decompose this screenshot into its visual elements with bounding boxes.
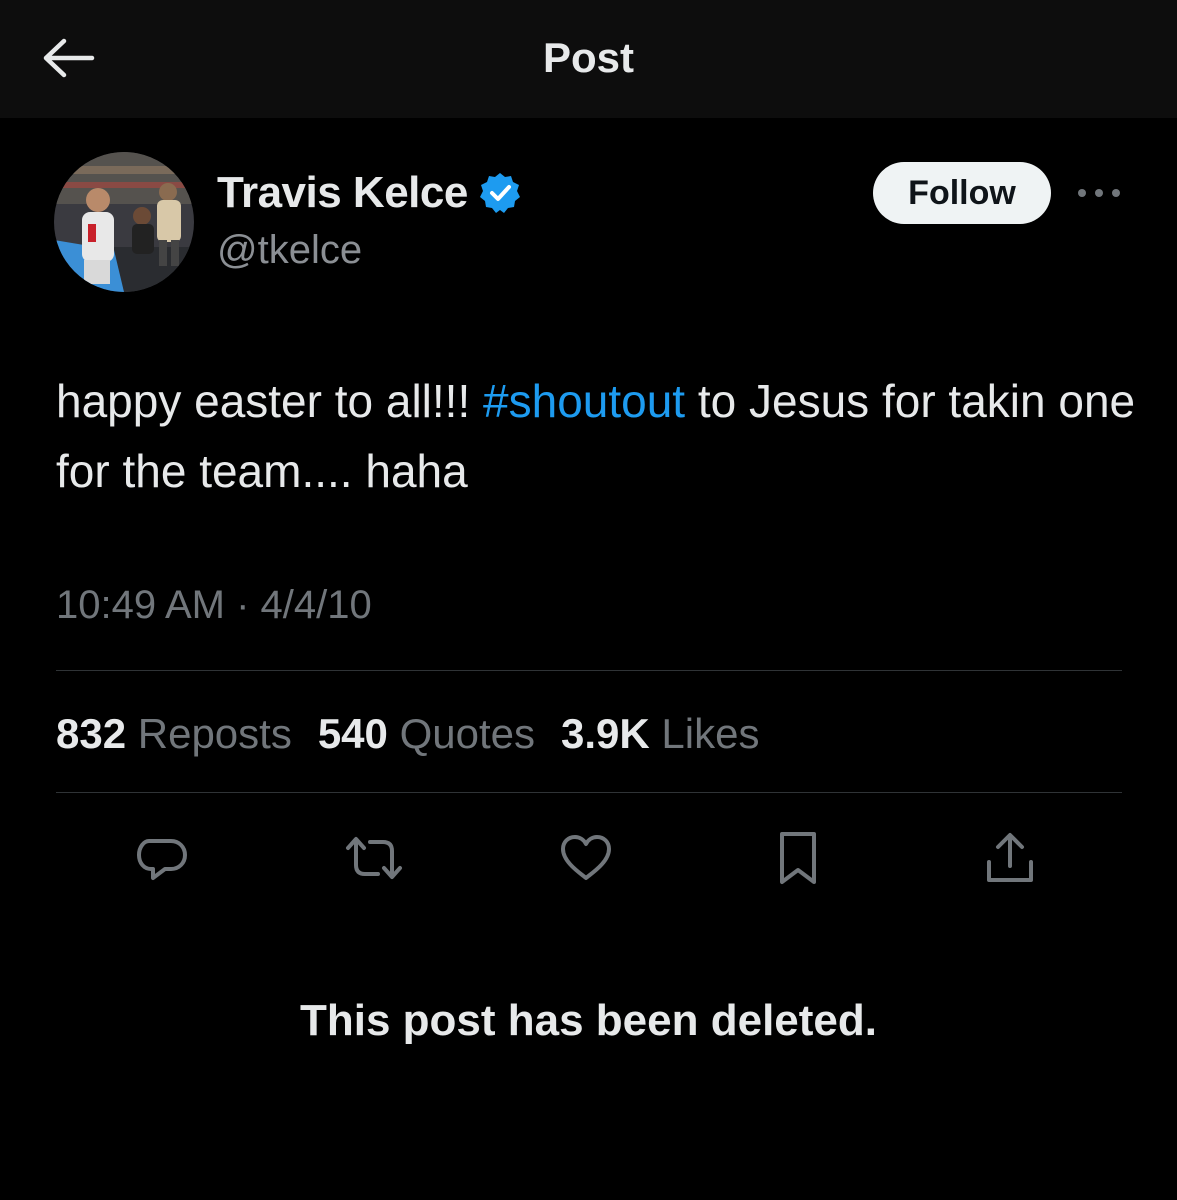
like-button[interactable] bbox=[554, 826, 618, 890]
top-bar: Post bbox=[0, 0, 1177, 118]
avatar[interactable] bbox=[54, 152, 194, 292]
hashtag-link[interactable]: #shoutout bbox=[483, 375, 685, 427]
reposts-stat[interactable]: 832 Reposts bbox=[56, 710, 292, 758]
likes-count: 3.9K bbox=[561, 710, 650, 757]
quotes-count: 540 bbox=[317, 710, 388, 757]
repost-icon bbox=[346, 837, 402, 879]
page-title: Post bbox=[542, 34, 634, 81]
bookmark-icon bbox=[780, 832, 816, 884]
reposts-label: Reposts bbox=[137, 710, 292, 757]
reposts-count: 832 bbox=[56, 710, 127, 757]
quotes-stat[interactable]: 540 Quotes bbox=[318, 710, 535, 758]
more-options-button[interactable] bbox=[1076, 176, 1122, 210]
bookmark-button[interactable] bbox=[766, 826, 830, 890]
divider bbox=[56, 792, 1122, 793]
author-name-row: Travis Kelce bbox=[217, 166, 522, 220]
likes-label: Likes bbox=[661, 710, 760, 757]
share-icon bbox=[987, 833, 1033, 882]
reply-icon bbox=[137, 839, 187, 880]
share-button[interactable] bbox=[978, 826, 1042, 890]
like-icon bbox=[561, 835, 611, 880]
reply-button[interactable] bbox=[130, 826, 194, 890]
repost-button[interactable] bbox=[342, 826, 406, 890]
author-name[interactable]: Travis Kelce bbox=[217, 168, 468, 218]
post-timestamp[interactable]: 10:49 AM · 4/4/10 bbox=[56, 580, 372, 630]
profile-photo bbox=[54, 152, 194, 292]
follow-button[interactable]: Follow bbox=[873, 162, 1051, 224]
likes-stat[interactable]: 3.9K Likes bbox=[561, 710, 759, 758]
quotes-label: Quotes bbox=[399, 710, 535, 757]
divider bbox=[56, 670, 1122, 671]
deleted-notice: This post has been deleted. bbox=[299, 996, 877, 1045]
author-handle[interactable]: @tkelce bbox=[217, 226, 362, 274]
verified-badge-icon bbox=[478, 171, 522, 215]
more-icon bbox=[1078, 189, 1120, 197]
post-text: happy easter to all!!! #shoutout to Jesu… bbox=[56, 366, 1136, 506]
post-text-start: happy easter to all!!! bbox=[56, 375, 484, 427]
engagement-stats: 832 Reposts 540 Quotes 3.9K Likes bbox=[56, 706, 785, 762]
